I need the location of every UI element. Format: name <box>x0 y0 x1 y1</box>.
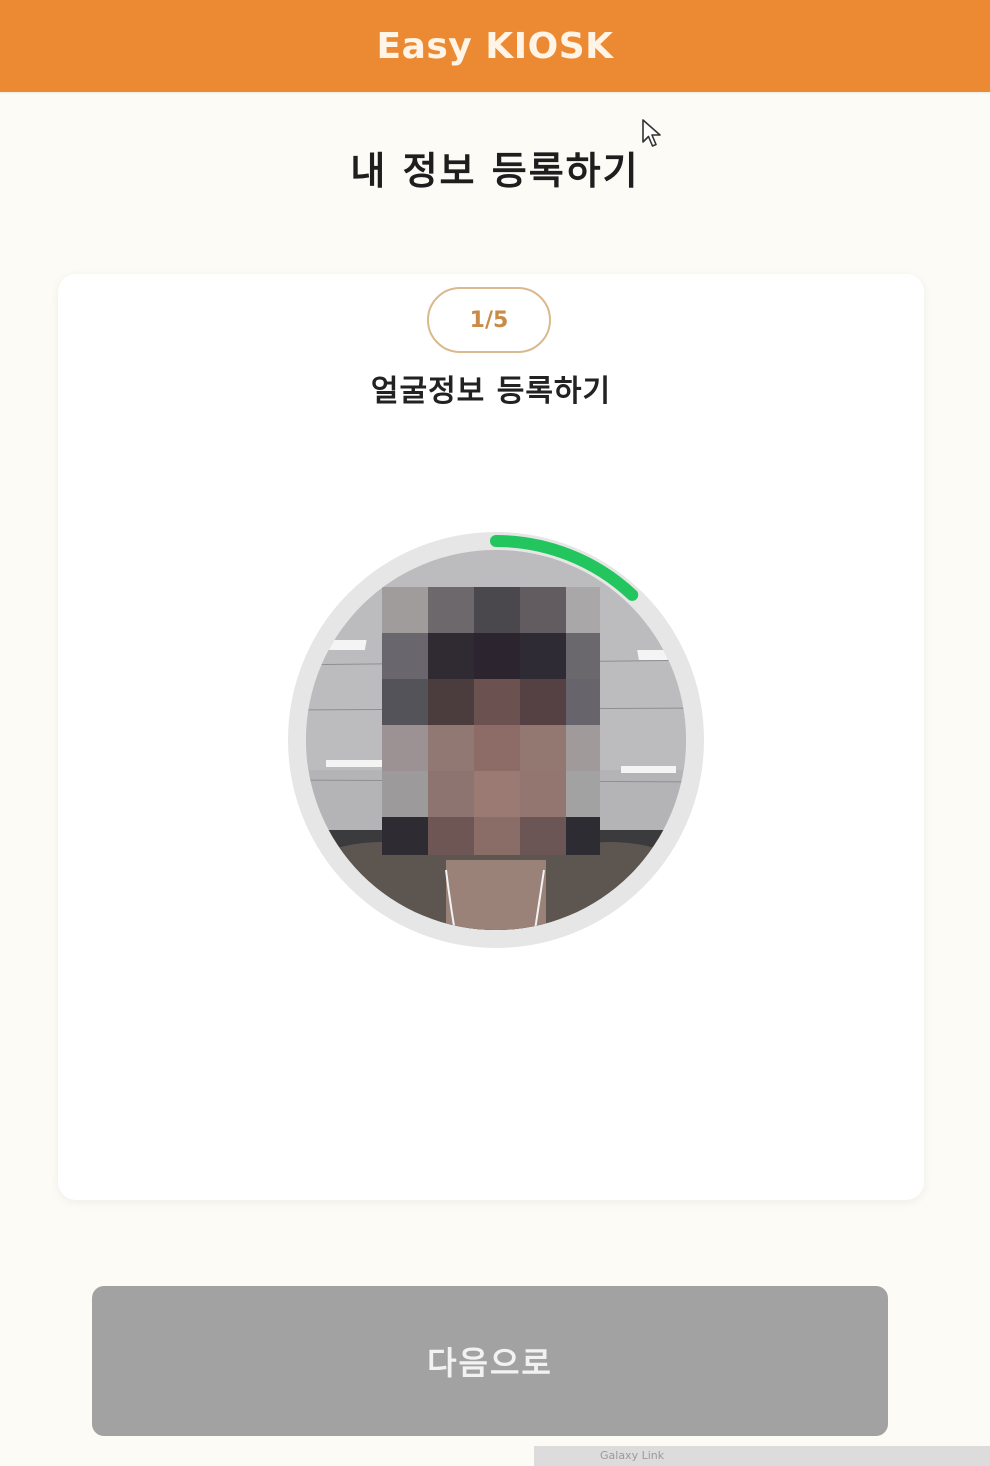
app-header: Easy KIOSK <box>0 0 990 92</box>
registration-card: 1/5 얼굴정보 등록하기 <box>58 274 924 1200</box>
app-title: Easy KIOSK <box>376 25 614 67</box>
taskbar-peek: Galaxy Link <box>534 1446 990 1466</box>
face-capture-area <box>286 530 706 950</box>
step-indicator-badge: 1/5 <box>427 287 551 353</box>
kiosk-screen: Easy KIOSK 내 정보 등록하기 1/5 얼굴정보 등록하기 다음으로 … <box>0 0 990 1466</box>
pixelated-face <box>382 587 600 855</box>
page-title: 내 정보 등록하기 <box>350 149 640 193</box>
face-capture-graphic <box>288 532 704 948</box>
step-title: 얼굴정보 등록하기 <box>370 374 612 409</box>
next-button[interactable]: 다음으로 <box>92 1286 888 1436</box>
